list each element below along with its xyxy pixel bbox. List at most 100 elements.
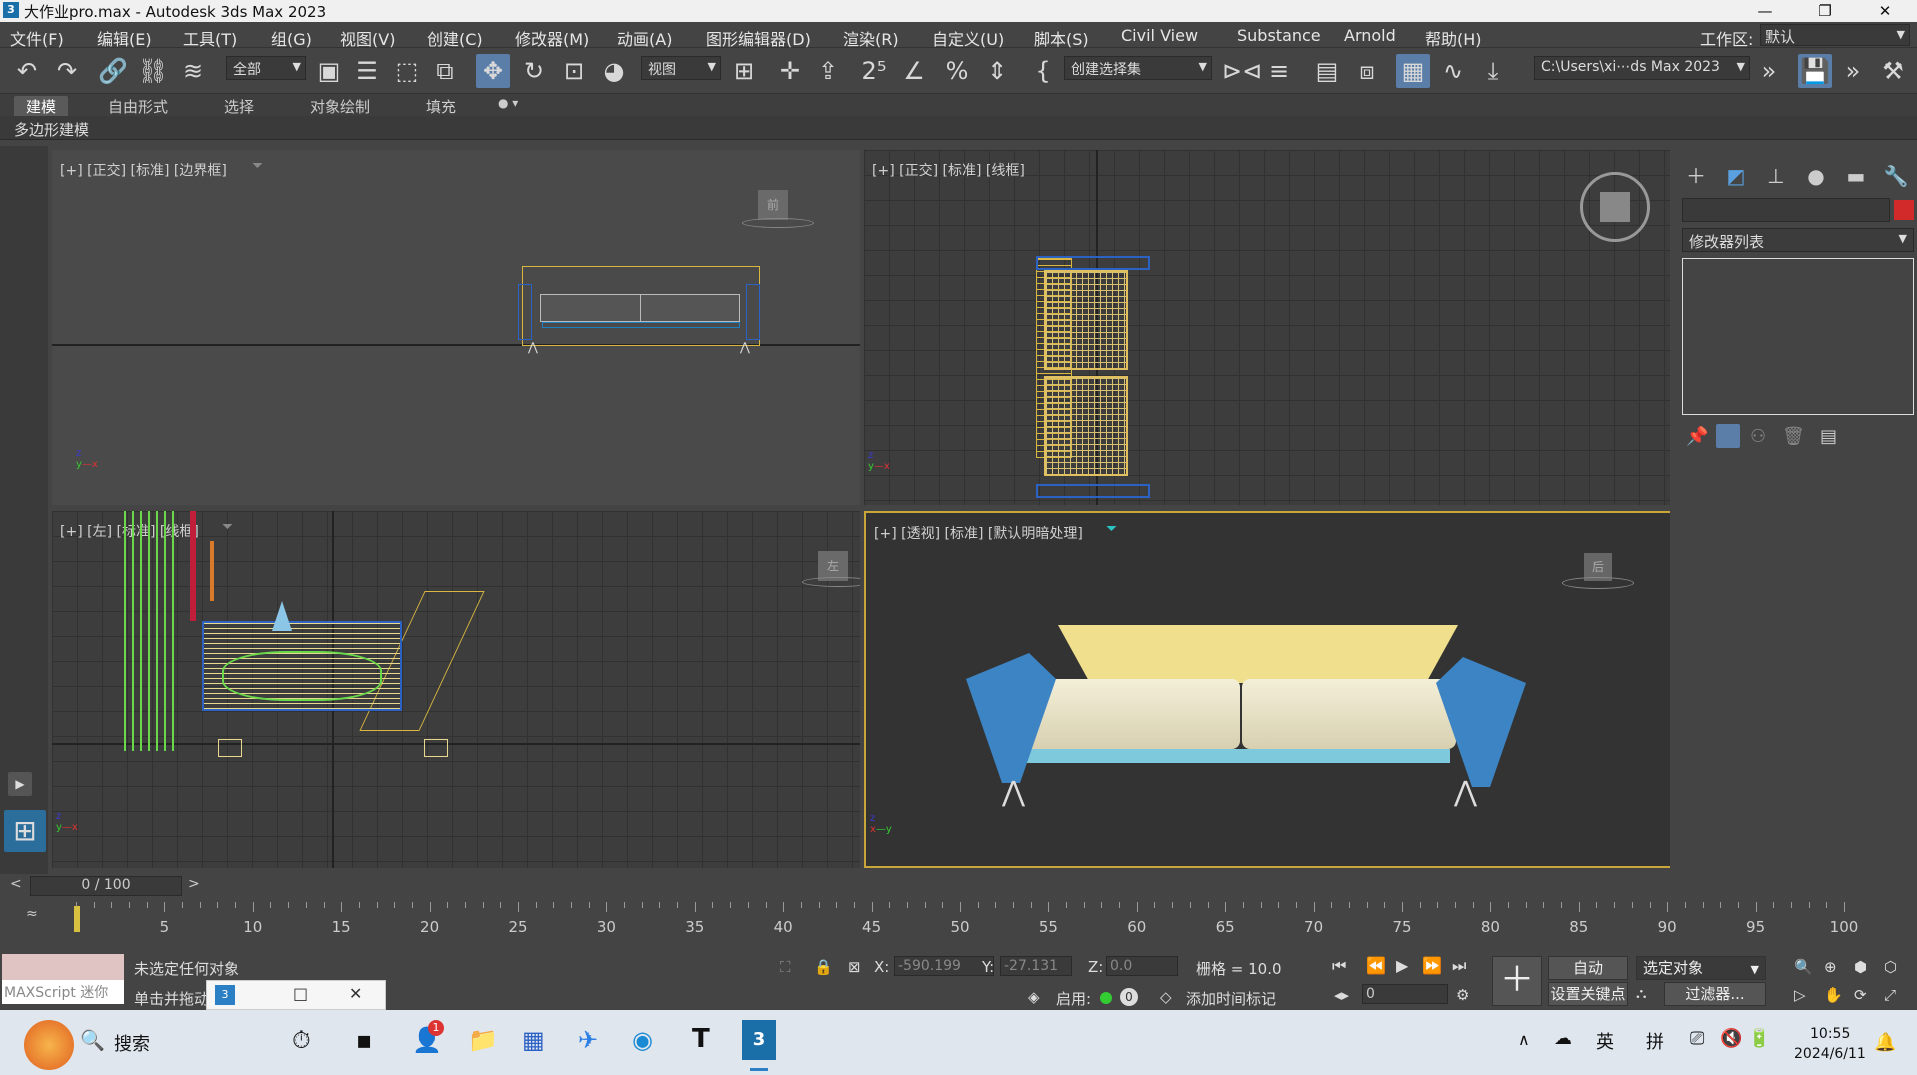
- toggle-ribbon-icon[interactable]: ▦: [1396, 54, 1430, 88]
- absolute-mode-icon[interactable]: ⊠: [848, 958, 861, 976]
- play-icon[interactable]: ▶: [8, 772, 32, 796]
- menu-civil-view[interactable]: Civil View: [1121, 26, 1198, 45]
- tab-modeling[interactable]: 建模: [14, 96, 69, 116]
- viewport-front-label[interactable]: [+] [正交] [标准] [边界框]: [60, 160, 227, 180]
- filter-icon[interactable]: ⏷: [252, 158, 263, 174]
- tab-populate[interactable]: 填充: [414, 96, 468, 116]
- overflow-icon[interactable]: »: [1752, 54, 1786, 88]
- menu-scripting[interactable]: 脚本(S): [1034, 26, 1089, 50]
- selection-filter-dropdown[interactable]: 全部 ▼: [226, 56, 306, 80]
- save-icon[interactable]: 💾: [1798, 54, 1832, 88]
- workspace-dropdown[interactable]: 默认 ▼: [1760, 24, 1910, 46]
- edge-icon[interactable]: ◉: [632, 1026, 653, 1054]
- angle-snap-icon[interactable]: ∠: [897, 54, 931, 88]
- filter-icon[interactable]: ⏷: [222, 519, 233, 535]
- mirror-icon[interactable]: ⊳⊲: [1222, 54, 1262, 88]
- window-crossing-icon[interactable]: ⧉: [428, 54, 462, 88]
- move-icon[interactable]: ✥: [476, 54, 510, 88]
- auto-key-button[interactable]: 自动: [1548, 956, 1628, 980]
- close-button[interactable]: ✕: [1862, 0, 1908, 22]
- chevron-right-icon[interactable]: >: [188, 876, 200, 892]
- pan-icon[interactable]: ✋: [1824, 986, 1843, 1004]
- clock-time[interactable]: 10:55: [1810, 1026, 1850, 1042]
- key-mode-icon[interactable]: ◂▸: [1334, 986, 1349, 1004]
- current-frame-field[interactable]: 0: [1362, 984, 1448, 1004]
- ref-coord-dropdown[interactable]: 视图 ▼: [641, 56, 721, 80]
- link-icon[interactable]: 🔗: [96, 54, 130, 88]
- make-unique-icon[interactable]: ⚇: [1750, 426, 1766, 447]
- x-coord-field[interactable]: -590.199: [894, 956, 994, 976]
- time-slider[interactable]: 0 / 100: [30, 876, 182, 896]
- curve-toggle-icon[interactable]: ≈: [26, 906, 38, 922]
- menu-modifiers[interactable]: 修改器(M): [515, 26, 589, 50]
- time-tag-count[interactable]: 0: [1120, 988, 1138, 1006]
- viewport-left[interactable]: [+] [左] [标准] [线框] ⏷ 左 zy—x: [52, 511, 860, 868]
- edit-named-selection-icon[interactable]: {: [1026, 54, 1060, 88]
- motion-tab-icon[interactable]: ●: [1802, 162, 1830, 190]
- ribbon-options-icon[interactable]: ● ▾: [486, 96, 530, 116]
- 3dsmax-taskbar-icon[interactable]: 3: [742, 1020, 776, 1060]
- orbit-icon[interactable]: ⟳: [1854, 986, 1867, 1004]
- maxscript-mini[interactable]: MAXScript 迷你: [2, 980, 124, 1004]
- viewport-layout-icon[interactable]: ⊞: [4, 810, 46, 852]
- filters-button[interactable]: 过滤器...: [1664, 982, 1766, 1006]
- menu-group[interactable]: 组(G): [271, 26, 312, 50]
- object-name-field[interactable]: [1682, 198, 1890, 222]
- tool-icon[interactable]: ⚒: [1876, 54, 1910, 88]
- add-time-tag[interactable]: 添加时间标记: [1186, 988, 1276, 1009]
- menu-customize[interactable]: 自定义(U): [932, 26, 1004, 50]
- fov-icon[interactable]: ▷: [1794, 986, 1806, 1004]
- battery-icon[interactable]: 🔋: [1748, 1028, 1770, 1049]
- isolate-icon[interactable]: ⛶: [780, 958, 791, 976]
- tray-chevron-icon[interactable]: ∧: [1518, 1030, 1530, 1049]
- viewcube-front[interactable]: 前: [758, 190, 788, 220]
- menu-substance[interactable]: Substance: [1237, 26, 1321, 45]
- maxscript-listener[interactable]: [2, 954, 124, 980]
- goto-end-icon[interactable]: ⏭: [1452, 956, 1466, 976]
- set-key-button[interactable]: 设置关键点: [1548, 982, 1628, 1006]
- play-icon[interactable]: ▶: [1396, 956, 1408, 975]
- key-filter-icon[interactable]: ⛬: [1636, 984, 1647, 1002]
- set-key-big-button[interactable]: ＋: [1492, 956, 1542, 1006]
- pin-stack-icon[interactable]: 📌: [1686, 426, 1708, 447]
- timeline-ruler[interactable]: 5 10 15 20 25 30 35 40 45 50 55 60 65 70 75 80 85 90 95 100: [70, 902, 1858, 946]
- store-icon[interactable]: ▦: [522, 1026, 545, 1054]
- rect-selection-icon[interactable]: ⬚: [390, 54, 424, 88]
- ime-lang-1[interactable]: 英: [1596, 1028, 1614, 1054]
- minimize-button[interactable]: —: [1742, 0, 1788, 22]
- undo-icon[interactable]: ↶: [10, 54, 44, 88]
- goto-start-icon[interactable]: ⏮: [1332, 956, 1346, 976]
- lock-icon[interactable]: 🔒: [814, 958, 833, 976]
- viewcube-top[interactable]: [1600, 192, 1630, 222]
- redo-icon[interactable]: ↷: [50, 54, 84, 88]
- close-icon[interactable]: ✕: [349, 984, 362, 1003]
- prev-frame-icon[interactable]: ⏪: [1366, 956, 1386, 975]
- zoom-icon[interactable]: 🔍: [1794, 958, 1813, 976]
- menu-arnold[interactable]: Arnold: [1344, 26, 1396, 45]
- menu-file[interactable]: 文件(F): [10, 26, 64, 50]
- tab-freeform[interactable]: 自由形式: [96, 96, 180, 116]
- zoom-extents-all-icon[interactable]: ⬡: [1884, 958, 1897, 976]
- spinner-snap-icon[interactable]: ⇕: [980, 54, 1014, 88]
- time-slider-thumb[interactable]: [74, 906, 80, 932]
- layer-explorer-icon[interactable]: ⧈: [1350, 54, 1384, 88]
- unlink-icon[interactable]: ⛓: [136, 54, 170, 88]
- create-tab-icon[interactable]: ＋: [1682, 162, 1710, 190]
- select-manipulate-icon[interactable]: ✛: [773, 54, 807, 88]
- y-coord-field[interactable]: -27.131: [1000, 956, 1072, 976]
- chevron-left-icon[interactable]: <: [10, 876, 22, 892]
- start-icon[interactable]: [24, 1020, 74, 1070]
- modify-tab-icon[interactable]: ◩: [1722, 162, 1750, 190]
- onedrive-icon[interactable]: ☁: [1554, 1028, 1572, 1049]
- viewcube-ring[interactable]: [742, 218, 814, 228]
- menu-tools[interactable]: 工具(T): [183, 26, 237, 50]
- overflow-icon-2[interactable]: »: [1836, 54, 1870, 88]
- percent-snap-icon[interactable]: %: [940, 54, 974, 88]
- viewport-perspective-label[interactable]: [+] [透视] [标准] [默认明暗处理]: [874, 523, 1083, 543]
- modifier-stack[interactable]: [1682, 258, 1914, 415]
- pivot-center-icon[interactable]: ⊞: [727, 54, 761, 88]
- rotate-icon[interactable]: ↻: [517, 54, 551, 88]
- viewport-ortho[interactable]: [+] [正交] [标准] [线框] z y—x: [864, 150, 1672, 505]
- task-view-icon[interactable]: ▪: [356, 1026, 372, 1054]
- feishu-icon[interactable]: ✈: [578, 1026, 598, 1054]
